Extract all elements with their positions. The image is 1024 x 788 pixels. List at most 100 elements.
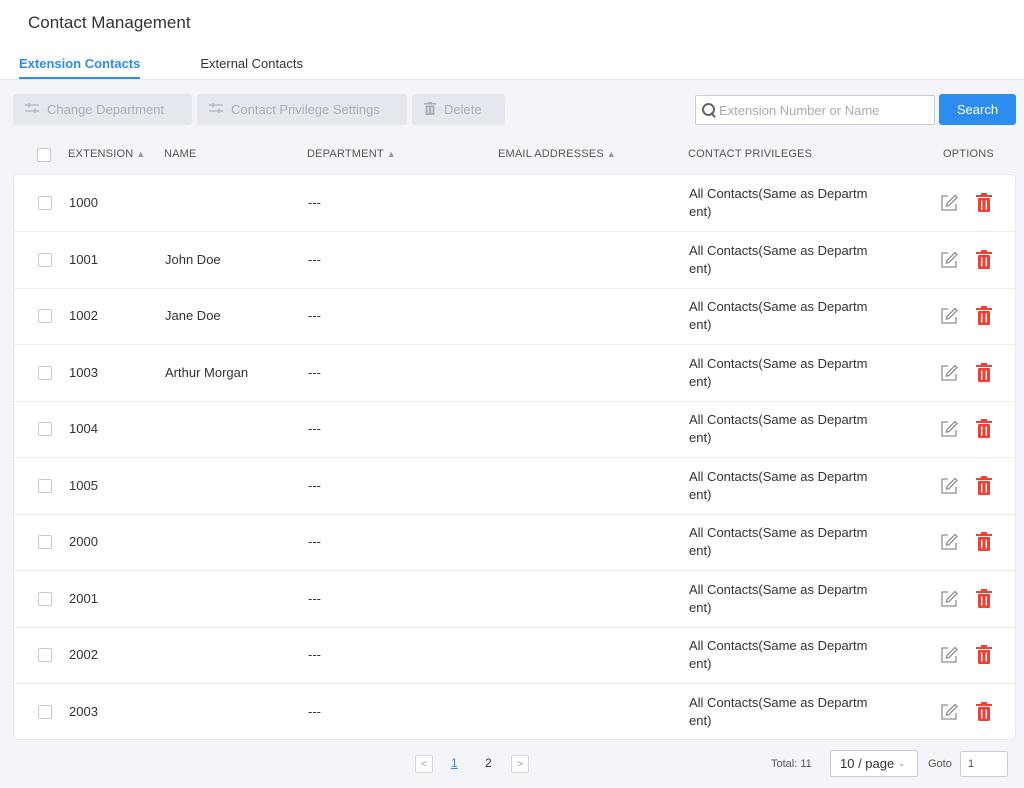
privileges-cell: All Contacts(Same as Department) bbox=[689, 525, 868, 558]
trash-icon[interactable] bbox=[976, 645, 992, 664]
privileges-cell: All Contacts(Same as Department) bbox=[689, 412, 868, 445]
row-checkbox[interactable] bbox=[38, 704, 52, 719]
column-privileges: CONTACT PRIVILEGES bbox=[688, 148, 813, 160]
change-department-label: Change Department bbox=[47, 102, 165, 117]
department-cell: --- bbox=[308, 647, 321, 662]
row-checkbox[interactable] bbox=[38, 535, 52, 549]
tab-extension-contacts[interactable]: Extension Contacts bbox=[19, 56, 141, 79]
edit-icon[interactable] bbox=[940, 251, 958, 269]
column-extension[interactable]: EXTENSION ▲︎ bbox=[68, 148, 145, 160]
privileges-cell: All Contacts(Same as Department) bbox=[689, 638, 868, 671]
column-email[interactable]: EMAIL ADDRESSES ▲︎ bbox=[498, 148, 616, 160]
goto-input[interactable]: 1 bbox=[960, 751, 1008, 777]
name-cell: Arthur Morgan bbox=[165, 364, 249, 380]
trash-icon[interactable] bbox=[976, 419, 992, 438]
trash-icon[interactable] bbox=[976, 475, 992, 495]
page-2-button[interactable]: 2 bbox=[485, 756, 492, 770]
edit-icon[interactable] bbox=[940, 420, 958, 438]
sliders-icon bbox=[25, 102, 39, 117]
row-checkbox[interactable] bbox=[38, 252, 52, 267]
delete-button[interactable]: Delete bbox=[412, 94, 505, 125]
page-size-select[interactable]: 10 / page ⌄ bbox=[830, 750, 918, 777]
department-cell: --- bbox=[308, 477, 321, 493]
trash-icon[interactable] bbox=[976, 306, 992, 325]
page-header: Contact Management Extension Contacts Ex… bbox=[0, 0, 1024, 80]
column-name: NAME bbox=[164, 148, 197, 160]
department-cell: --- bbox=[308, 421, 321, 436]
department-cell: --- bbox=[308, 364, 321, 380]
sort-icon: ▲︎ bbox=[386, 149, 396, 159]
table-row: 2003 --- All Contacts(Same as Department) bbox=[14, 684, 1015, 741]
extension-cell: 1000 bbox=[69, 195, 98, 210]
page-size-value: 10 / page bbox=[840, 756, 895, 771]
goto-label: Goto bbox=[928, 758, 952, 770]
trash-icon[interactable] bbox=[976, 362, 992, 382]
trash-icon[interactable] bbox=[976, 588, 992, 608]
extension-cell: 1002 bbox=[69, 308, 98, 323]
table-row: 1000 --- All Contacts(Same as Department) bbox=[14, 175, 1015, 232]
pagination: < 1 2 > Total: 11 10 / page ⌄ Goto 1 bbox=[0, 748, 1024, 778]
table-row: 1001 John Doe --- All Contacts(Same as Depa… bbox=[14, 232, 1015, 289]
department-cell: --- bbox=[308, 703, 321, 719]
row-checkbox[interactable] bbox=[38, 422, 52, 436]
privileges-cell: All Contacts(Same as Department) bbox=[689, 468, 868, 502]
extension-cell: 1003 bbox=[69, 364, 98, 380]
department-cell: --- bbox=[308, 308, 321, 323]
sort-icon: ▲︎ bbox=[606, 149, 617, 159]
trash-icon[interactable] bbox=[976, 193, 992, 212]
table-row: 2002 --- All Contacts(Same as Department) bbox=[14, 627, 1015, 684]
contact-privilege-settings-label: Contact Privilege Settings bbox=[231, 102, 380, 117]
trash-icon bbox=[424, 101, 436, 118]
name-cell: Jane Doe bbox=[165, 308, 221, 323]
row-checkbox[interactable] bbox=[38, 591, 52, 606]
privileges-cell: All Contacts(Same as Department) bbox=[689, 581, 868, 615]
row-checkbox[interactable] bbox=[38, 478, 52, 493]
table-row: 2000 --- All Contacts(Same as Department) bbox=[14, 514, 1015, 571]
tab-external-contacts[interactable]: External Contacts bbox=[200, 56, 303, 79]
edit-icon[interactable] bbox=[940, 590, 958, 608]
department-cell: --- bbox=[308, 195, 321, 210]
table-row: 2001 --- All Contacts(Same as Department) bbox=[14, 571, 1015, 628]
sort-icon: ▲︎ bbox=[136, 149, 146, 159]
extension-cell: 1001 bbox=[69, 251, 98, 267]
edit-icon[interactable] bbox=[940, 533, 958, 551]
row-checkbox[interactable] bbox=[38, 309, 52, 323]
search-field[interactable] bbox=[695, 95, 935, 125]
trash-icon[interactable] bbox=[976, 701, 992, 721]
delete-label: Delete bbox=[444, 102, 482, 117]
select-all-checkbox[interactable] bbox=[37, 148, 51, 162]
tab-bar: Extension Contacts External Contacts bbox=[19, 56, 363, 79]
page-1-button[interactable]: 1 bbox=[451, 756, 458, 770]
row-checkbox[interactable] bbox=[38, 365, 52, 380]
department-cell: --- bbox=[308, 251, 321, 267]
edit-icon[interactable] bbox=[940, 194, 958, 212]
edit-icon[interactable] bbox=[940, 307, 958, 325]
table-row: 1002 Jane Doe --- All Contacts(Same as Depa… bbox=[14, 288, 1015, 345]
department-cell: --- bbox=[308, 590, 321, 606]
trash-icon[interactable] bbox=[976, 532, 992, 551]
row-checkbox[interactable] bbox=[38, 648, 52, 662]
change-department-button[interactable]: Change Department bbox=[13, 94, 192, 125]
table-row: 1005 --- All Contacts(Same as Department) bbox=[14, 458, 1015, 515]
edit-icon[interactable] bbox=[940, 703, 958, 721]
prev-page-button[interactable]: < bbox=[415, 755, 433, 773]
column-department[interactable]: DEPARTMENT ▲︎ bbox=[307, 148, 396, 160]
extension-cell: 2002 bbox=[69, 647, 98, 662]
sliders-icon bbox=[209, 102, 223, 117]
next-page-button[interactable]: > bbox=[511, 755, 529, 773]
row-checkbox[interactable] bbox=[38, 196, 52, 210]
search-input[interactable] bbox=[719, 102, 919, 118]
privileges-cell: All Contacts(Same as Department) bbox=[689, 186, 868, 219]
privileges-cell: All Contacts(Same as Department) bbox=[689, 355, 868, 389]
edit-icon[interactable] bbox=[940, 646, 958, 664]
edit-icon[interactable] bbox=[940, 364, 958, 382]
extension-cell: 1004 bbox=[69, 421, 98, 436]
contacts-table: 1000 --- All Contacts(Same as Department) 1… bbox=[13, 174, 1016, 740]
edit-icon[interactable] bbox=[940, 477, 958, 495]
contact-privilege-settings-button[interactable]: Contact Privilege Settings bbox=[197, 94, 407, 125]
name-cell: John Doe bbox=[165, 251, 221, 267]
trash-icon[interactable] bbox=[976, 249, 992, 269]
column-options: OPTIONS bbox=[943, 148, 994, 160]
search-button[interactable]: Search bbox=[939, 94, 1016, 125]
table-row: 1003 Arthur Morgan --- All Contacts(Same as… bbox=[14, 345, 1015, 402]
